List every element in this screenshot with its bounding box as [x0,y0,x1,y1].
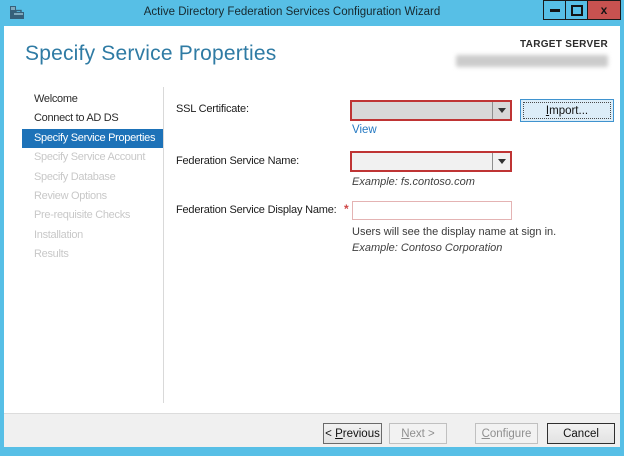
sidebar-item-review-options: Review Options [34,189,107,202]
sidebar-item-results: Results [34,248,69,261]
wizard-window: Active Directory Federation Services Con… [0,0,624,456]
previous-mnemonic: P [335,427,343,440]
sidebar-item-specify-service-account: Specify Service Account [34,151,146,164]
required-asterisk: * [344,202,349,216]
configure-mnemonic: C [481,427,490,440]
content-area: Specify Service Properties TARGET SERVER… [4,26,620,413]
app-icon [9,5,25,21]
sidebar-item-welcome[interactable]: Welcome [22,90,163,109]
federation-service-display-name-input[interactable] [352,201,512,220]
next-label: ext > [409,427,435,440]
sidebar-divider [163,87,164,403]
sidebar-item-pre-requisite-checks: Pre-requisite Checks [34,209,131,222]
next-mnemonic: N [401,427,410,440]
chevron-down-icon [497,108,506,113]
target-server-value-redacted [456,55,608,67]
ssl-certificate-label: SSL Certificate: [176,103,249,115]
configure-label: onfigure [489,427,532,440]
configure-button: Configure [475,423,538,444]
minimize-icon [549,8,560,12]
wizard-steps-nav: Welcome Connect to AD DS Specify Service… [4,90,163,265]
titlebar[interactable]: Active Directory Federation Services Con… [0,0,624,26]
sidebar-item-specify-database: Specify Database [34,170,116,183]
target-server-label: TARGET SERVER [520,39,608,50]
close-icon: x [600,3,608,17]
previous-label: revious [342,427,380,440]
federation-service-name-example: Example: fs.contoso.com [352,176,475,188]
ssl-certificate-value [352,102,492,119]
maximize-button[interactable] [565,0,588,20]
view-certificate-link[interactable]: View [352,124,377,136]
federation-service-display-name-label: Federation Service Display Name: [176,204,337,216]
sidebar-item-installation: Installation [34,228,83,241]
chevron-down-icon [497,159,506,164]
import-button[interactable]: Import... [520,99,614,122]
previous-button[interactable]: < Previous [323,423,382,444]
federation-service-name-dropdown-arrow[interactable] [492,153,510,170]
federation-service-name-combobox[interactable] [350,151,512,172]
window-title: Active Directory Federation Services Con… [143,6,441,18]
ssl-certificate-dropdown-arrow[interactable] [492,102,510,119]
sidebar-item-connect-to-ad-ds[interactable]: Connect to AD DS [22,109,163,128]
federation-service-name-label: Federation Service Name: [176,155,299,167]
display-name-help-text: Users will see the display name at sign … [352,226,557,238]
federation-service-name-value [352,153,492,170]
sidebar-item-specify-service-properties[interactable]: Specify Service Properties [22,128,163,149]
cancel-button[interactable]: Cancel [547,423,615,444]
footer-bar: < Previous Next > Configure Cancel [4,413,620,447]
page-title: Specify Service Properties [25,42,277,65]
ssl-certificate-combobox[interactable] [350,100,512,121]
display-name-example: Example: Contoso Corporation [352,242,503,254]
import-button-label: mport... [549,104,589,117]
close-button[interactable]: x [587,0,621,20]
maximize-icon [570,4,583,16]
previous-prefix: < [325,427,336,440]
minimize-button[interactable] [543,0,566,20]
next-button: Next > [389,423,447,444]
